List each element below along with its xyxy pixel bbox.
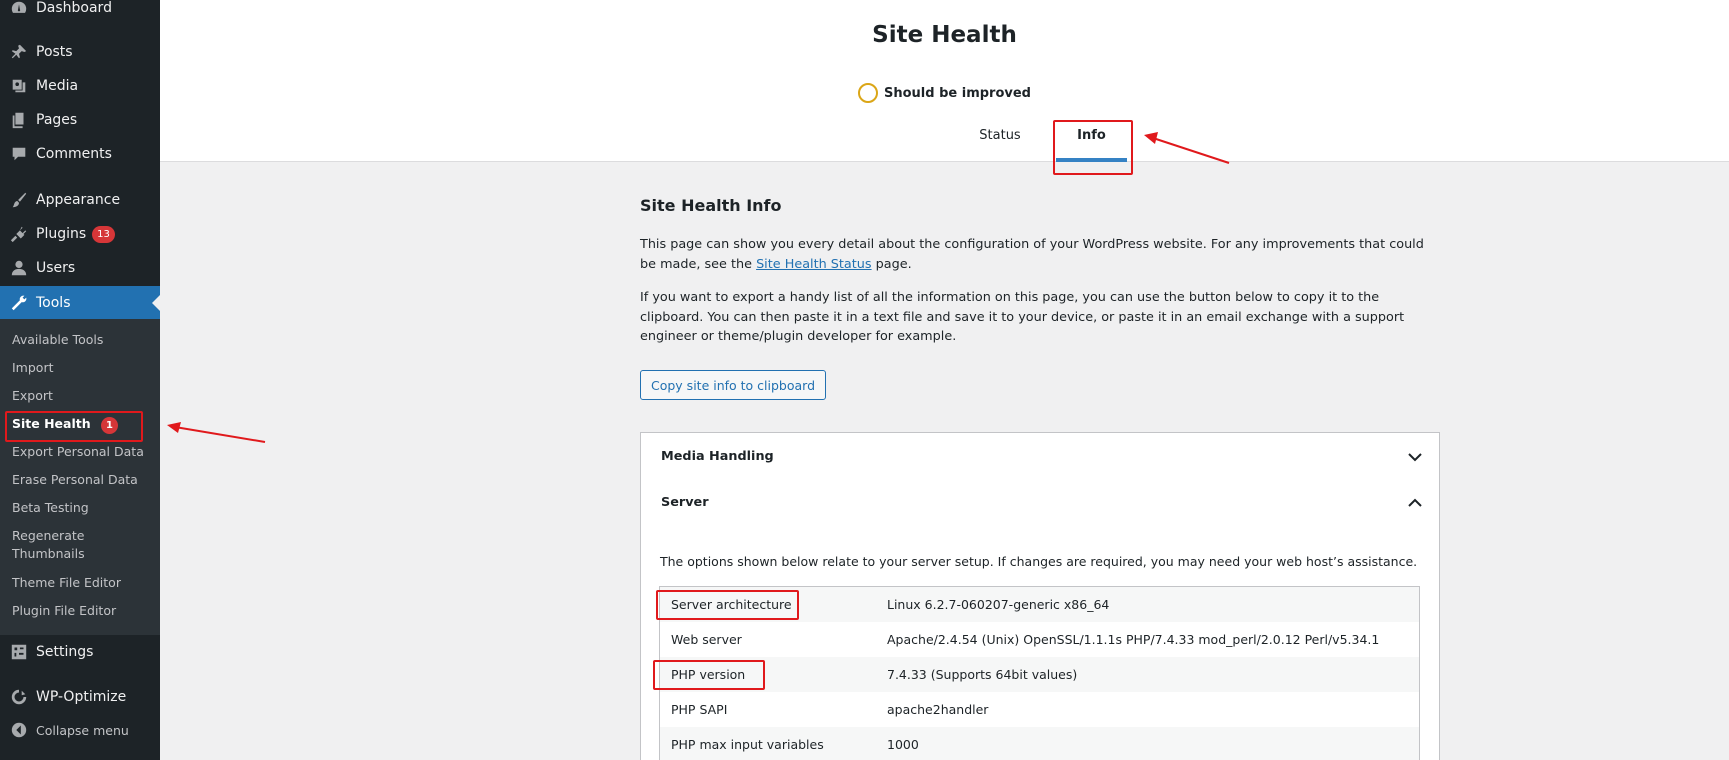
menu-label: Users (36, 260, 76, 276)
server-info-table: Server architecture Linux 6.2.7-060207-g… (659, 586, 1420, 760)
server-description: The options shown below relate to your s… (660, 554, 1418, 569)
status-label: Should be improved (884, 85, 1031, 101)
table-row: PHP SAPI apache2handler (660, 692, 1419, 727)
intro-paragraph: This page can show you every detail abou… (640, 235, 1440, 274)
menu-appearance[interactable]: Appearance (0, 183, 160, 217)
accordion-header[interactable]: Server (641, 479, 1439, 526)
row-value: Linux 6.2.7-060207-generic x86_64 (887, 597, 1110, 612)
row-key: PHP SAPI (671, 702, 728, 717)
row-key: PHP max input variables (671, 737, 824, 752)
menu-label: Settings (36, 644, 94, 660)
copy-site-info-button[interactable]: Copy site info to clipboard (640, 370, 827, 400)
menu-pages[interactable]: Pages (0, 103, 160, 137)
submenu-plugin-file-editor[interactable]: Plugin File Editor (12, 602, 152, 620)
submenu-erase-personal-data[interactable]: Erase Personal Data (12, 471, 152, 489)
media-icon (10, 77, 28, 95)
submenu-import[interactable]: Import (12, 359, 152, 377)
admin-sidebar: Dashboard Posts Media Pages Comments App… (0, 0, 160, 760)
status-ring-icon (858, 83, 878, 103)
site-health-badge: 1 (101, 417, 118, 434)
submenu-site-health[interactable]: Site Health 1 (12, 415, 152, 434)
export-paragraph: If you want to export a handy list of al… (640, 290, 1405, 344)
row-value: 7.4.33 (Supports 64bit values) (887, 667, 1078, 682)
menu-settings[interactable]: Settings (0, 635, 160, 669)
brush-icon (10, 191, 28, 209)
table-row: Web server Apache/2.4.54 (Unix) OpenSSL/… (660, 622, 1419, 657)
pin-icon (10, 43, 28, 61)
menu-media[interactable]: Media (0, 69, 160, 103)
chevron-up-icon (1405, 493, 1425, 513)
tab-status[interactable]: Status (960, 118, 1040, 162)
settings-icon (10, 643, 28, 661)
menu-dashboard[interactable]: Dashboard (0, 0, 160, 25)
plugin-icon (10, 225, 28, 243)
submenu-label: Site Health (12, 416, 91, 431)
wrench-icon (10, 294, 28, 312)
menu-label: WP-Optimize (36, 689, 127, 705)
tab-label: Status (979, 128, 1021, 143)
collapse-label: Collapse menu (36, 722, 129, 738)
annotation-arrow-site-health (167, 422, 266, 443)
submenu-available-tools[interactable]: Available Tools (12, 331, 152, 349)
menu-tools[interactable]: Tools (0, 286, 160, 320)
menu-label: Dashboard (36, 0, 112, 16)
row-value: Apache/2.4.54 (Unix) OpenSSL/1.1.1s PHP/… (887, 632, 1380, 647)
menu-plugins[interactable]: Plugins 13 (0, 217, 160, 251)
row-key: PHP version (671, 667, 746, 682)
dashboard-icon (10, 0, 28, 17)
update-count-badge: 13 (92, 225, 115, 243)
menu-label: Appearance (36, 192, 121, 208)
submenu-beta-testing[interactable]: Beta Testing (12, 499, 152, 517)
tab-info[interactable]: Info (1056, 118, 1127, 162)
collapse-menu-button[interactable]: Collapse menu (0, 713, 160, 747)
submenu-export-personal-data[interactable]: Export Personal Data (12, 443, 152, 461)
menu-comments[interactable]: Comments (0, 137, 160, 171)
comment-icon (10, 145, 28, 163)
accordion-label: Server (661, 495, 709, 510)
tools-submenu: Available Tools Import Export Site Healt… (0, 319, 160, 635)
row-value: 1000 (887, 737, 919, 752)
menu-label: Pages (36, 112, 78, 128)
table-row: Server architecture Linux 6.2.7-060207-g… (660, 587, 1419, 622)
tab-label: Info (1077, 128, 1106, 143)
menu-label: Tools (36, 295, 71, 311)
user-icon (10, 259, 28, 277)
pages-icon (10, 111, 28, 129)
menu-label: Posts (36, 44, 73, 60)
health-status: Should be improved (160, 83, 1729, 103)
row-value: apache2handler (887, 702, 989, 717)
optimize-icon (10, 688, 28, 706)
row-key: Web server (671, 632, 742, 647)
menu-label: Media (36, 78, 79, 94)
table-row: PHP max input variables 1000 (660, 727, 1419, 760)
page-title: Site Health (872, 22, 1017, 48)
accordion-label: Media Handling (661, 449, 774, 464)
menu-label: Plugins (36, 226, 87, 242)
menu-users[interactable]: Users (0, 251, 160, 285)
menu-wp-optimize[interactable]: WP-Optimize (0, 680, 160, 714)
site-health-status-link[interactable]: Site Health Status (756, 257, 872, 272)
page-header: Site Health Should be improved Status In… (160, 0, 1729, 162)
accordion-media-handling[interactable]: Media Handling (640, 432, 1440, 481)
chevron-down-icon (1405, 447, 1425, 467)
section-heading: Site Health Info (640, 196, 782, 215)
menu-label: Comments (36, 146, 112, 162)
submenu-export[interactable]: Export (12, 387, 152, 405)
intro-text-end: page. (871, 256, 912, 272)
menu-posts[interactable]: Posts (0, 35, 160, 69)
row-key: Server architecture (671, 597, 792, 612)
submenu-regenerate-thumbnails[interactable]: Regenerate Thumbnails (12, 527, 112, 563)
collapse-arrow-icon (10, 721, 28, 739)
accordion-header[interactable]: Media Handling (641, 433, 1439, 480)
submenu-theme-file-editor[interactable]: Theme File Editor (12, 574, 152, 592)
table-row: PHP version 7.4.33 (Supports 64bit value… (660, 657, 1419, 692)
